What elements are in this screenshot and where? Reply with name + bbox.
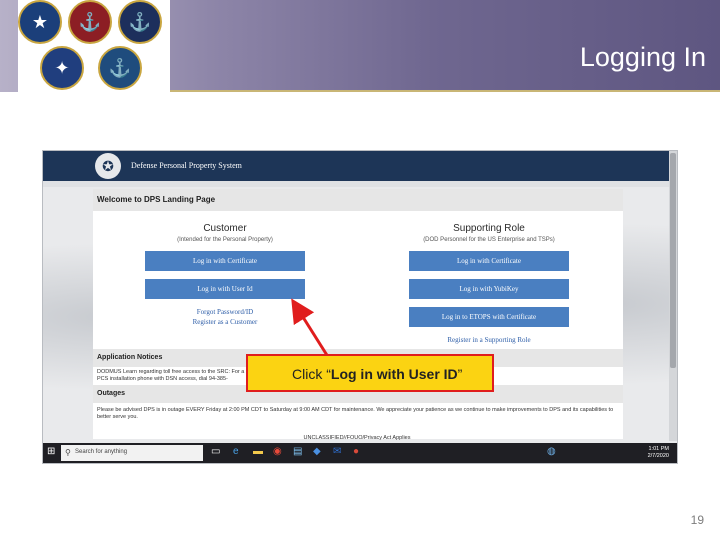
chrome-browser-icon[interactable]: ◉ bbox=[273, 446, 282, 457]
taskbar-search-input[interactable]: ⚲ Search for anything bbox=[61, 445, 203, 461]
navy-seal-icon: ⚓ bbox=[118, 0, 162, 44]
scroll-thumb[interactable] bbox=[670, 153, 676, 368]
customer-title: Customer bbox=[203, 223, 247, 234]
supporting-login-yubikey-button[interactable]: Log in with YubiKey bbox=[409, 279, 569, 299]
page-number: 19 bbox=[690, 513, 704, 527]
army-seal-icon: ★ bbox=[18, 0, 62, 44]
dps-logo-icon: ✪ bbox=[95, 153, 121, 179]
store-icon[interactable]: ▤ bbox=[293, 446, 302, 457]
header-rule bbox=[170, 90, 720, 92]
dropbox-icon[interactable]: ◆ bbox=[313, 446, 321, 457]
taskbar-time: 1:01 PM bbox=[648, 446, 669, 452]
dps-top-bar: ✪ Defense Personal Property System bbox=[43, 151, 671, 181]
customer-login-userid-button[interactable]: Log in with User Id bbox=[145, 279, 305, 299]
coast-guard-seal-icon: ⚓ bbox=[98, 46, 142, 90]
forgot-password-link[interactable]: Forgot Password/ID bbox=[145, 308, 305, 316]
welcome-heading: Welcome to DPS Landing Page bbox=[93, 189, 623, 211]
taskbar-date: 2/7/2020 bbox=[647, 453, 669, 459]
file-explorer-icon[interactable]: ▬ bbox=[253, 446, 263, 457]
dps-screenshot: ✪ Defense Personal Property System Welco… bbox=[42, 150, 678, 464]
task-view-icon[interactable]: ▭ bbox=[211, 446, 220, 457]
marine-corps-seal-icon: ⚓ bbox=[68, 0, 112, 44]
slide-header: ★ ⚓ ⚓ ✦ ⚓ Logging In bbox=[0, 0, 720, 92]
taskbar-search-placeholder: Search for anything bbox=[75, 449, 128, 455]
windows-start-icon[interactable]: ⊞ bbox=[47, 446, 55, 457]
network-icon[interactable]: ◍ bbox=[547, 446, 556, 457]
dps-system-name: Defense Personal Property System bbox=[131, 161, 242, 170]
register-customer-link[interactable]: Register as a Customer bbox=[145, 318, 305, 326]
register-supporting-role-link[interactable]: Register in a Supporting Role bbox=[409, 336, 569, 344]
etops-login-certificate-button[interactable]: Log in to ETOPS with Certificate bbox=[409, 307, 569, 327]
classification-footer: UNCLASSIFIED//FOUO/Privacy Act Applies bbox=[303, 435, 411, 441]
supporting-login-certificate-button[interactable]: Log in with Certificate bbox=[409, 251, 569, 271]
customer-subtitle: (Intended for the Personal Property) bbox=[177, 237, 273, 243]
supporting-role-title: Supporting Role bbox=[453, 223, 525, 234]
slide-title: Logging In bbox=[579, 42, 706, 72]
callout-emphasis: Log in with User ID bbox=[330, 366, 458, 382]
air-force-seal-icon: ✦ bbox=[40, 46, 84, 90]
search-icon: ⚲ bbox=[65, 448, 71, 457]
customer-login-certificate-button[interactable]: Log in with Certificate bbox=[145, 251, 305, 271]
callout-prefix: Click “ bbox=[292, 366, 331, 382]
windows-taskbar: ⊞ ⚲ Search for anything ▭ e ▬ ◉ ▤ ◆ ✉ ● … bbox=[43, 443, 677, 463]
edge-browser-icon[interactable]: e bbox=[233, 446, 239, 457]
callout-suffix: ” bbox=[457, 366, 463, 382]
outlook-icon[interactable]: ✉ bbox=[333, 446, 341, 457]
landing-panel: Welcome to DPS Landing Page Customer (In… bbox=[93, 189, 623, 439]
instruction-callout: Click “Log in with User ID” bbox=[246, 354, 494, 392]
supporting-role-subtitle: (DOD Personnel for the US Enterprise and… bbox=[423, 237, 555, 243]
outage-notice-text: Please be advised DPS is in outage EVERY… bbox=[97, 407, 614, 420]
taskbar-clock[interactable]: 1:01 PM 2/7/2020 bbox=[648, 446, 669, 460]
application-notice-text: DODMUS Learn regarding toll free access … bbox=[97, 369, 245, 382]
service-seals: ★ ⚓ ⚓ ✦ ⚓ bbox=[18, 0, 170, 92]
powerpoint-icon[interactable]: ● bbox=[353, 446, 359, 457]
page-scrollbar[interactable] bbox=[669, 151, 677, 441]
